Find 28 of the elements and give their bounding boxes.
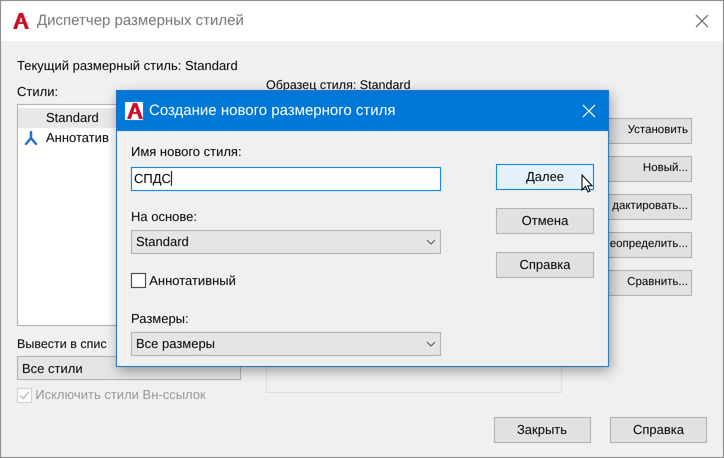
window-title: Диспетчер размерных стилей [37, 10, 244, 31]
dialog-button[interactable]: Отмена [496, 208, 594, 234]
preview-label: Образец стиля: Standard [266, 77, 412, 94]
based-on-label: На основе: [131, 208, 198, 226]
dialog-title: Создание нового размерного стиля [149, 100, 396, 121]
app-logo [125, 102, 143, 120]
style-item[interactable]: Аннотатив [44, 128, 111, 148]
dimensions-label: Размеры: [131, 310, 190, 328]
current-style-label: Текущий размерный стиль: Standard [17, 57, 239, 75]
styles-label: Стили: [17, 83, 60, 101]
dimensions-dropdown[interactable]: Все размеры [131, 332, 441, 356]
chevron-down-icon [426, 239, 436, 245]
list-filter-label: Вывести в спис [17, 336, 107, 352]
annotative-icon [24, 130, 38, 144]
name-label: Имя нового стиля: [131, 143, 243, 161]
footer-button[interactable]: Справка [610, 417, 707, 443]
name-field[interactable]: СПДС [131, 166, 441, 190]
footer-button[interactable]: Закрыть [494, 417, 590, 443]
based-on-dropdown[interactable]: Standard [131, 230, 441, 254]
exclude-xref-label: Исключить стили Вн-ссылок [35, 386, 206, 404]
annotative-label: Аннотативный [149, 272, 236, 290]
cursor-icon [581, 174, 593, 193]
dialog-button[interactable]: Справка [496, 252, 594, 278]
dialog-button[interactable]: Далее [496, 164, 594, 190]
app-logo [11, 12, 29, 30]
chevron-down-icon [426, 341, 436, 347]
close-icon[interactable] [695, 14, 709, 28]
annotative-checkbox[interactable] [131, 273, 146, 288]
